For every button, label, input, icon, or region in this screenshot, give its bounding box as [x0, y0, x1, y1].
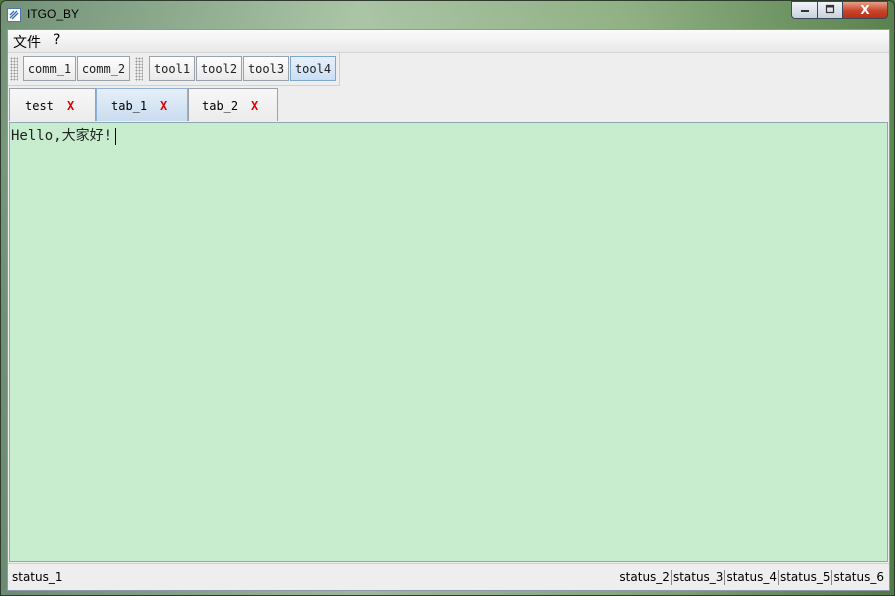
status-cell: status_6	[831, 570, 884, 585]
toolbar-grip[interactable]	[10, 57, 18, 81]
editor-content: Hello,大家好!	[11, 125, 117, 145]
tab-tab-2[interactable]: tab_2 X	[188, 88, 278, 121]
maximize-button[interactable]	[817, 1, 842, 19]
menu-help[interactable]: ?	[50, 32, 63, 48]
tab-close-icon[interactable]: X	[160, 99, 167, 113]
tool3-button[interactable]: tool3	[243, 56, 289, 81]
close-button[interactable]: X	[842, 1, 888, 19]
maximize-icon	[825, 4, 835, 17]
tab-close-icon[interactable]: X	[67, 99, 74, 113]
status-cell: status_4	[724, 570, 777, 585]
menu-file[interactable]: 文件	[10, 32, 44, 52]
text-caret	[115, 127, 117, 145]
app-logo-icon	[7, 8, 21, 22]
toolbar: comm_1 comm_2 tool1 tool2 tool3 tool4	[8, 53, 340, 86]
client-area: 文件 ? comm_1 comm_2 tool1 tool2 tool3 too…	[7, 29, 890, 591]
status-cell: status_5	[777, 570, 831, 585]
toolbar-grip[interactable]	[135, 57, 143, 81]
tab-close-icon[interactable]: X	[251, 99, 258, 113]
text-editor[interactable]: Hello,大家好!	[9, 122, 888, 562]
comm-2-button[interactable]: comm_2	[77, 56, 130, 81]
status-left: status_1	[12, 570, 63, 584]
status-cell: status_2	[619, 570, 670, 584]
status-bar: status_1 status_2 status_3 status_4 stat…	[8, 563, 889, 590]
menu-bar: 文件 ?	[8, 30, 889, 53]
tab-label: test	[25, 99, 54, 113]
editor-text-value: Hello,大家好!	[11, 128, 113, 144]
tab-label: tab_1	[111, 99, 148, 113]
minimize-icon	[800, 4, 810, 17]
comm-1-button[interactable]: comm_1	[23, 56, 76, 81]
window-title: ITGO_BY	[27, 7, 80, 21]
tool2-button[interactable]: tool2	[196, 56, 242, 81]
status-cell: status_3	[670, 570, 724, 585]
caption-buttons: X	[791, 1, 888, 19]
tab-tab-1[interactable]: tab_1 X	[96, 88, 188, 121]
minimize-button[interactable]	[791, 1, 817, 19]
tab-bar: test X tab_1 X tab_2 X	[8, 87, 889, 121]
tab-label: tab_2	[202, 99, 239, 113]
tool4-button[interactable]: tool4	[290, 56, 336, 81]
tool1-button[interactable]: tool1	[149, 56, 195, 81]
status-right-group: status_2 status_3 status_4 status_5 stat…	[618, 570, 885, 585]
close-icon: X	[860, 3, 870, 17]
app-window: ITGO_BY X 文件 ? comm_1 comm_2 tool1 tool2…	[0, 0, 895, 596]
tab-test[interactable]: test X	[9, 88, 96, 121]
title-bar[interactable]: ITGO_BY X	[1, 1, 894, 29]
